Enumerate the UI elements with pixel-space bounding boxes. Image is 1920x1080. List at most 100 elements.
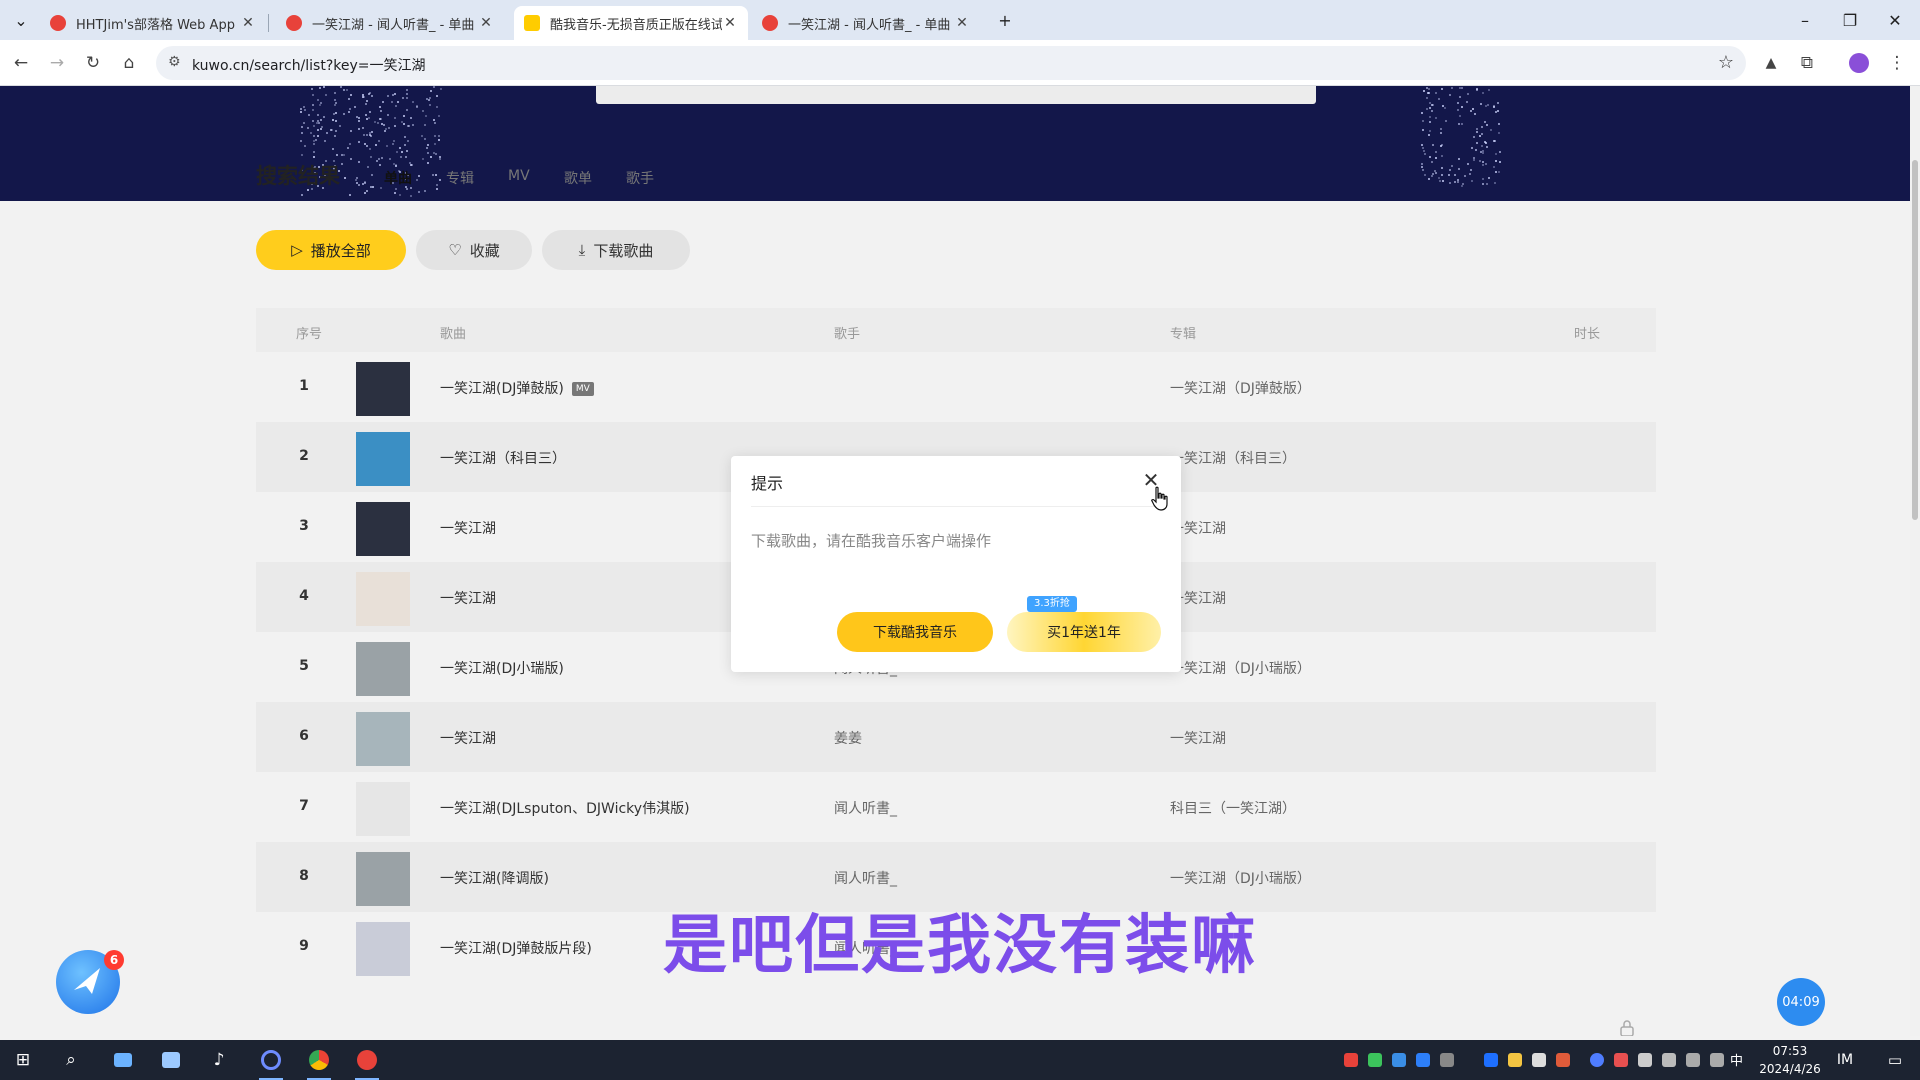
tray-app-icon[interactable] (1638, 1053, 1652, 1067)
browser-tab-1[interactable]: HHTJim's部落格 Web App | 外 ✕ (40, 6, 266, 40)
recording-timer[interactable]: 04:09 (1777, 978, 1825, 1026)
browser-tab-4[interactable]: 一笑江湖 - 闻人听書_ - 单曲 - 聆 ✕ (752, 6, 980, 40)
banner-star (416, 178, 419, 181)
bookmark-star-icon[interactable]: ☆ (1718, 52, 1734, 73)
song-title[interactable]: 一笑江湖(降调版) (440, 868, 549, 888)
play-all-button[interactable]: ▷ 播放全部 (256, 230, 406, 270)
tray-app-icon[interactable] (1614, 1053, 1628, 1067)
song-title[interactable]: 一笑江湖 (440, 728, 496, 748)
tab-mv[interactable]: MV (508, 168, 530, 184)
restore-icon[interactable]: ❐ (1835, 6, 1865, 34)
clock-time[interactable]: 07:53 (1766, 1044, 1814, 1058)
menu-icon[interactable]: ⋮ (1884, 50, 1910, 76)
song-title[interactable]: 一笑江湖(DJ弹鼓版) MV (440, 378, 594, 398)
tray-app-icon[interactable] (1344, 1053, 1358, 1067)
download-kuwo-button[interactable]: 下载酷我音乐 (837, 612, 993, 652)
browser-tab-3-active[interactable]: 酷我音乐-无损音质正版在线试听 ✕ (514, 6, 748, 40)
search-box[interactable] (596, 86, 1316, 104)
ime-mode-icon[interactable]: IM (1830, 1046, 1860, 1074)
new-tab-button[interactable]: + (990, 6, 1020, 34)
album-name[interactable]: 一笑江湖（DJ小瑞版） (1170, 658, 1311, 678)
song-title[interactable]: 一笑江湖(DJ小瑞版) (440, 658, 564, 678)
banner-star (389, 158, 392, 161)
address-bar[interactable]: ⚙ kuwo.cn/search/list?key=一笑江湖 ☆ (156, 46, 1746, 80)
banner-star (316, 120, 319, 123)
reload-icon[interactable]: ↻ (80, 50, 106, 76)
calendar-app-icon[interactable] (156, 1046, 186, 1074)
extensions-icon[interactable]: ⧉ (1794, 50, 1820, 76)
album-cover[interactable] (356, 502, 410, 556)
app-icon[interactable] (108, 1046, 138, 1074)
artist-name[interactable]: 闻人听書_ (834, 868, 897, 888)
tray-app-icon[interactable] (1532, 1053, 1546, 1067)
album-name[interactable]: 一笑江湖（DJ小瑞版） (1170, 868, 1311, 888)
album-name[interactable]: 一笑江湖（DJ弹鼓版） (1170, 378, 1311, 398)
table-row[interactable]: 7 一笑江湖(DJLsputon、DJWicky伟淇版) 闻人听書_ 科目三（一笑江湖… (256, 772, 1656, 842)
buy-one-year-button[interactable]: 买1年送1年 (1007, 612, 1161, 652)
close-tab-icon[interactable]: ✕ (240, 15, 256, 31)
tab-songs[interactable]: 单曲 (384, 168, 412, 188)
album-cover[interactable] (356, 642, 410, 696)
banner-star (1482, 177, 1485, 180)
download-songs-button[interactable]: ⤓ 下载歌曲 (542, 230, 690, 270)
close-tab-icon[interactable]: ✕ (478, 15, 494, 31)
tray-app-icon[interactable] (1392, 1053, 1406, 1067)
scrollbar-thumb[interactable] (1912, 160, 1918, 520)
microphone-icon[interactable] (1662, 1053, 1676, 1067)
close-tab-icon[interactable]: ✕ (722, 15, 738, 31)
song-title[interactable]: 一笑江湖 (440, 518, 496, 538)
minimize-icon[interactable]: – (1790, 6, 1820, 34)
clock-date[interactable]: 2024/4/26 (1756, 1062, 1824, 1076)
banner-star (1457, 180, 1460, 183)
network-icon[interactable] (1686, 1053, 1700, 1067)
tray-app-icon[interactable] (1590, 1053, 1604, 1067)
artist-name[interactable]: 闻人听書_ (834, 798, 897, 818)
chrome-icon[interactable] (304, 1046, 334, 1080)
lock-icon[interactable] (1618, 1020, 1636, 1036)
album-cover[interactable] (356, 572, 410, 626)
banner-star (378, 163, 381, 166)
home-icon[interactable]: ⌂ (116, 50, 142, 76)
battery-icon[interactable] (1710, 1053, 1724, 1067)
album-cover[interactable] (356, 432, 410, 486)
album-cover[interactable] (356, 712, 410, 766)
favorite-button[interactable]: ♡ 收藏 (416, 230, 532, 270)
windows-start-icon[interactable]: ⊞ (8, 1046, 38, 1074)
tray-app-icon[interactable] (1484, 1053, 1498, 1067)
close-window-icon[interactable]: ✕ (1880, 6, 1910, 34)
mv-badge[interactable]: MV (571, 382, 594, 396)
close-tab-icon[interactable]: ✕ (954, 15, 970, 31)
tiktok-icon[interactable]: ♪ (204, 1046, 234, 1074)
table-row[interactable]: 1 一笑江湖(DJ弹鼓版) MV 一笑江湖（DJ弹鼓版） (256, 352, 1656, 422)
tab-artists[interactable]: 歌手 (626, 168, 654, 188)
album-name[interactable]: 一笑江湖 (1170, 728, 1226, 748)
back-icon[interactable]: ← (8, 50, 34, 76)
song-title[interactable]: 一笑江湖（科目三） (440, 448, 566, 468)
site-info-icon[interactable]: ⚙ (168, 54, 181, 70)
search-icon[interactable]: ⌕ (56, 1046, 86, 1074)
volume-icon[interactable] (1440, 1053, 1454, 1067)
tray-app-icon[interactable] (1556, 1053, 1570, 1067)
album-name[interactable]: 科目三（一笑江湖） (1170, 798, 1296, 818)
tray-app-icon[interactable] (1508, 1053, 1522, 1067)
album-cover[interactable] (356, 782, 410, 836)
drive-icon[interactable]: ▲ (1758, 50, 1784, 76)
browser-app-icon[interactable] (256, 1046, 286, 1080)
wechat-icon[interactable] (1368, 1053, 1382, 1067)
forward-icon[interactable]: → (44, 50, 70, 76)
song-title[interactable]: 一笑江湖(DJLsputon、DJWicky伟淇版) (440, 798, 690, 818)
music-app-icon[interactable] (352, 1046, 382, 1080)
notification-center-icon[interactable]: ▭ (1880, 1046, 1910, 1074)
tray-app-icon[interactable] (1416, 1053, 1430, 1067)
tab-albums[interactable]: 专辑 (446, 168, 474, 188)
album-cover[interactable] (356, 362, 410, 416)
ime-indicator[interactable]: 中 (1730, 1050, 1743, 1069)
table-row[interactable]: 6 一笑江湖 姜姜 一笑江湖 (256, 702, 1656, 772)
tab-search-icon[interactable]: ⌄ (6, 6, 36, 34)
profile-avatar[interactable] (1846, 50, 1872, 76)
tab-playlists[interactable]: 歌单 (564, 168, 592, 188)
browser-tab-2[interactable]: 一笑江湖 - 闻人听書_ - 单曲 - 聆 ✕ (276, 6, 504, 40)
album-name[interactable]: 一笑江湖（科目三） (1170, 448, 1296, 468)
song-title[interactable]: 一笑江湖 (440, 588, 496, 608)
artist-name[interactable]: 姜姜 (834, 728, 862, 748)
